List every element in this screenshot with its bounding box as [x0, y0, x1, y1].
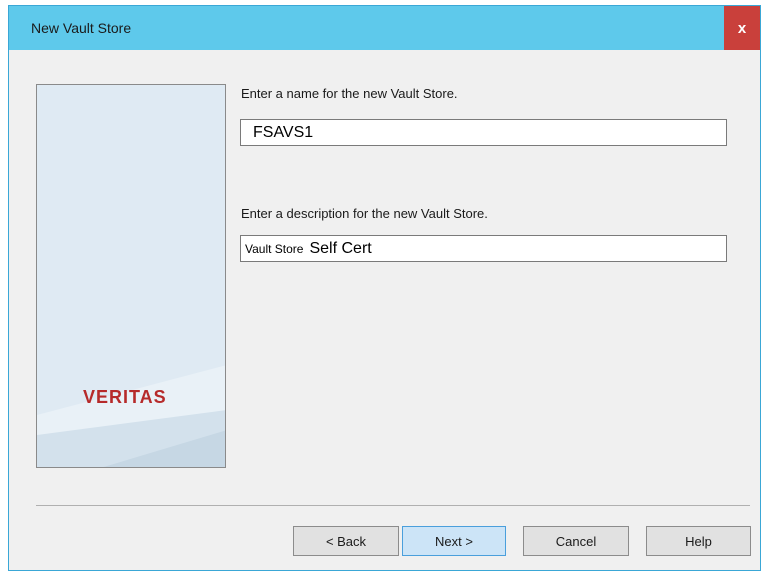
vault-store-description-input[interactable]: Vault Store Self Cert: [240, 235, 727, 262]
description-value-prefix: Vault Store: [245, 241, 304, 256]
next-button[interactable]: Next >: [402, 526, 506, 556]
veritas-logo: VERITAS: [83, 387, 167, 407]
back-button[interactable]: < Back: [293, 526, 399, 556]
wizard-side-banner: VERITAS: [36, 84, 226, 468]
vault-store-name-input[interactable]: FSAVS1: [240, 119, 727, 146]
description-prompt-label: Enter a description for the new Vault St…: [241, 206, 488, 221]
close-button[interactable]: x: [724, 6, 760, 50]
help-button[interactable]: Help: [646, 526, 751, 556]
vault-store-name-value: FSAVS1: [253, 123, 314, 141]
title-bar[interactable]: New Vault Store x: [9, 6, 760, 50]
cancel-button[interactable]: Cancel: [523, 526, 629, 556]
window-title: New Vault Store: [31, 20, 132, 36]
new-vault-store-dialog: New Vault Store x VERITAS Enter a name f…: [8, 5, 761, 571]
description-value-main: Self Cert: [309, 239, 372, 257]
name-prompt-label: Enter a name for the new Vault Store.: [241, 86, 458, 101]
button-separator: [36, 505, 750, 506]
banner-swoosh-graphic: [37, 365, 225, 467]
